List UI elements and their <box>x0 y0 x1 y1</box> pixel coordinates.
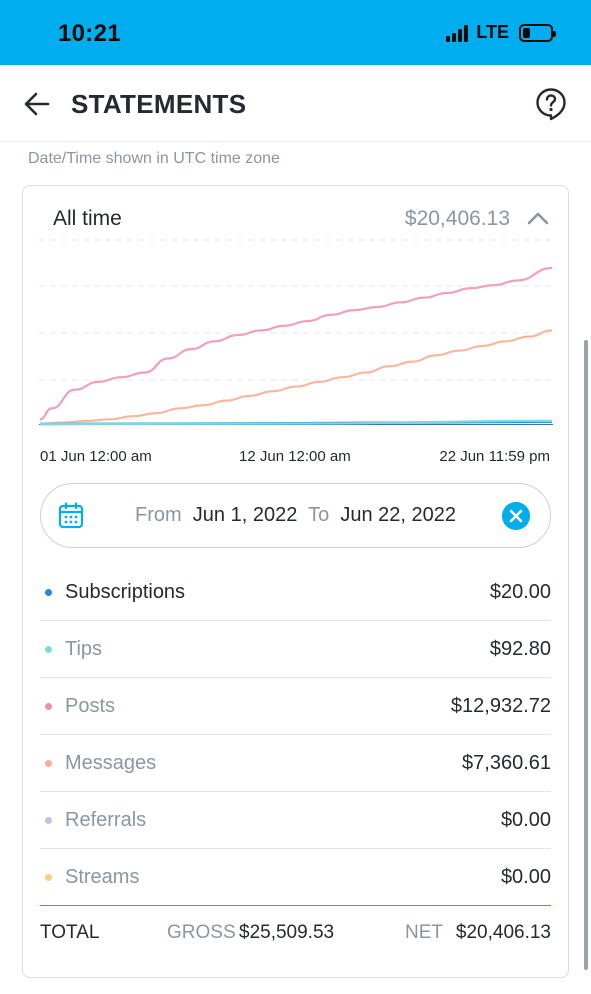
totals-row: TOTAL GROSS $25,509.53 NET $20,406.13 <box>40 912 551 952</box>
net-value: $20,406.13 <box>455 922 551 943</box>
x-tick-label-start: 01 Jun 12:00 am <box>40 448 152 465</box>
category-label: Tips <box>65 638 103 660</box>
category-row-subscriptions[interactable]: Subscriptions $20.00 <box>40 564 551 621</box>
category-label: Subscriptions <box>65 581 186 603</box>
category-dot <box>45 817 52 824</box>
category-value: $0.00 <box>500 866 551 888</box>
category-dot <box>45 589 52 596</box>
category-label: Referrals <box>65 809 147 831</box>
to-label: To <box>308 504 330 526</box>
category-dot <box>45 703 52 710</box>
date-range-picker[interactable]: From Jun 1, 2022 To Jun 22, 2022 <box>40 483 551 548</box>
category-row-streams[interactable]: Streams $0.00 <box>40 849 551 906</box>
app-header: STATEMENTS <box>0 65 591 142</box>
battery-icon <box>519 23 556 42</box>
category-value: $12,932.72 <box>450 695 551 717</box>
signal-icon <box>446 24 469 42</box>
category-row-tips[interactable]: Tips $92.80 <box>40 621 551 678</box>
close-circle-icon[interactable] <box>502 502 530 530</box>
earnings-chart <box>39 239 553 426</box>
category-dot <box>45 874 52 881</box>
date-range-text[interactable]: From Jun 1, 2022 To Jun 22, 2022 <box>41 504 550 527</box>
category-value: $20.00 <box>489 581 551 603</box>
network-type: LTE <box>476 22 509 42</box>
series-line-posts <box>39 266 553 421</box>
to-date[interactable]: Jun 22, 2022 <box>340 504 456 526</box>
page-title: STATEMENTS <box>71 89 247 119</box>
series-line-tips <box>39 419 553 426</box>
from-date[interactable]: Jun 1, 2022 <box>193 504 298 526</box>
gross-label: GROSS <box>167 922 236 943</box>
category-dot <box>45 760 52 767</box>
timezone-note: Date/Time shown in UTC time zone <box>28 150 280 167</box>
category-row-referrals[interactable]: Referrals $0.00 <box>40 792 551 849</box>
category-list: Subscriptions $20.00 Tips $92.80 Posts $… <box>40 564 551 906</box>
arrow-left-icon[interactable] <box>22 89 52 119</box>
chevron-up-icon[interactable] <box>526 208 550 228</box>
category-value: $0.00 <box>500 809 551 831</box>
gross-value: $25,509.53 <box>239 922 335 943</box>
scrollbar[interactable] <box>584 340 588 970</box>
from-label: From <box>135 504 182 526</box>
category-row-posts[interactable]: Posts $12,932.72 <box>40 678 551 735</box>
x-tick-label-mid: 12 Jun 12:00 am <box>239 448 351 465</box>
status-time: 10:21 <box>58 20 121 47</box>
total-label: TOTAL <box>40 922 100 943</box>
category-label: Messages <box>65 752 157 774</box>
x-tick-label-end: 22 Jun 11:59 pm <box>439 448 550 465</box>
category-label: Streams <box>65 866 140 888</box>
category-row-messages[interactable]: Messages $7,360.61 <box>40 735 551 792</box>
period-total: $20,406.13 <box>404 207 510 230</box>
status-indicators: LTE <box>446 22 556 43</box>
period-label: All time <box>53 207 122 230</box>
category-value: $92.80 <box>489 638 551 660</box>
category-label: Posts <box>65 695 116 717</box>
net-label: NET <box>405 922 443 943</box>
category-value: $7,360.61 <box>462 752 551 774</box>
help-bubble-icon[interactable] <box>535 87 567 121</box>
statement-card: All time $20,406.13 01 Jun 12:00 am 12 J… <box>22 185 569 978</box>
category-dot <box>45 646 52 653</box>
status-bar: 10:21 LTE <box>0 0 591 65</box>
